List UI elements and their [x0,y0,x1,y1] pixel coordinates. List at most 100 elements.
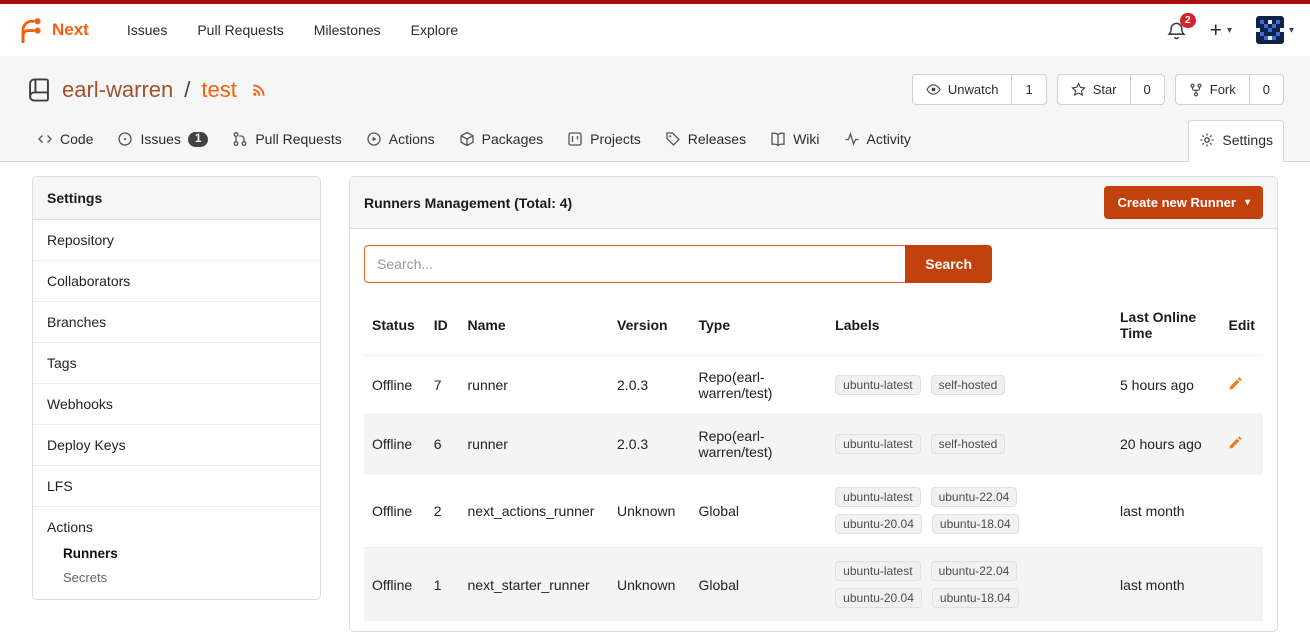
tab-label: Releases [688,131,746,147]
last-online-cell: last month [1112,548,1221,622]
navbar-item-milestones[interactable]: Milestones [312,16,383,44]
labels-cell: ubuntu-latest self-hosted [827,415,1112,474]
navbar-item-pull-requests[interactable]: Pull Requests [195,16,285,44]
sidebar-item-secrets[interactable]: Secrets [63,570,306,585]
search-button[interactable]: Search [905,245,992,283]
repo-header: earl-warren / test [0,56,1310,115]
tab-label: Packages [482,131,543,147]
runner-label-chip: ubuntu-latest [835,561,920,581]
navbar-item-issues[interactable]: Issues [125,16,169,44]
tab-issues[interactable]: Issues 1 [106,119,219,161]
rss-feed-button[interactable] [251,81,268,98]
watchers-count[interactable]: 1 [1011,75,1045,104]
col-header-last-online-time: Last Online Time [1112,299,1221,356]
edit-runner-button[interactable] [1228,376,1243,391]
edit-cell [1220,474,1263,548]
tab-activity[interactable]: Activity [833,119,922,161]
runner-label-chip: ubuntu-22.04 [931,487,1018,507]
edit-cell [1220,356,1263,415]
fork-button[interactable]: Fork [1176,75,1249,104]
runner-label-chip: ubuntu-18.04 [932,514,1019,534]
col-header-labels: Labels [827,299,1112,356]
tab-packages[interactable]: Packages [448,119,554,161]
brand[interactable]: Next [16,16,89,44]
chevron-down-icon: ▾ [1227,25,1232,36]
runner-label-chip: self-hosted [931,375,1006,395]
sidebar-group-actions: Actions Runners Secrets [33,507,320,599]
tab-releases[interactable]: Releases [654,119,757,161]
id-cell: 1 [426,548,460,622]
col-header-name: Name [460,299,610,356]
tab-wiki[interactable]: Wiki [759,119,830,161]
id-cell: 6 [426,415,460,474]
rss-icon [251,81,268,98]
last-online-cell: 5 hours ago [1112,356,1221,415]
sidebar-item-deploy-keys[interactable]: Deploy Keys [33,425,320,466]
repo-name-link[interactable]: test [201,77,236,103]
avatar [1256,16,1284,44]
tab-code[interactable]: Code [26,119,104,161]
issues-count-badge: 1 [188,132,208,147]
type-cell: Repo(earl-warren/test) [691,415,828,474]
name-cell: next_starter_runner [460,548,610,622]
repository-icon [26,77,52,103]
pull-request-icon [232,131,248,147]
version-cell: Unknown [609,548,690,622]
version-cell: 2.0.3 [609,415,690,474]
search-bar: Search [364,245,992,283]
col-header-status: Status [364,299,426,356]
runner-label-chip: ubuntu-20.04 [835,514,922,534]
edit-runner-button[interactable] [1228,435,1243,450]
repo-actions: Unwatch 1 Star 0 [912,74,1284,105]
sidebar-item-runners[interactable]: Runners [63,546,306,561]
runner-label-chip: self-hosted [931,434,1006,454]
sidebar-title: Settings [33,177,320,220]
sidebar-item-lfs[interactable]: LFS [33,466,320,507]
gear-icon [1199,132,1215,148]
table-row: Offline 6 runner 2.0.3 Repo(earl-warren/… [364,415,1263,474]
tab-actions[interactable]: Actions [355,119,446,161]
book-icon [770,131,786,147]
tab-pull-requests[interactable]: Pull Requests [221,119,352,161]
forgejo-logo-icon [16,16,44,44]
eye-icon [926,82,941,97]
version-cell: 2.0.3 [609,356,690,415]
runner-label-chip: ubuntu-20.04 [835,588,922,608]
repo-owner-link[interactable]: earl-warren [62,77,173,103]
labels-cell: ubuntu-latest ubuntu-22.04 ubuntu-20.04 … [827,474,1112,548]
labels-cell: ubuntu-latest ubuntu-22.04 ubuntu-20.04 … [827,548,1112,622]
star-button[interactable]: Star [1058,75,1130,104]
user-menu-button[interactable]: ▾ [1256,16,1294,44]
sidebar-item-actions[interactable]: Actions [47,519,306,535]
search-input[interactable] [364,245,905,283]
create-new-runner-button[interactable]: Create new Runner ▾ [1104,186,1263,219]
runner-label-chip: ubuntu-latest [835,375,920,395]
package-icon [459,131,475,147]
project-board-icon [567,131,583,147]
notifications-button[interactable]: 2 [1167,21,1186,40]
sidebar-item-branches[interactable]: Branches [33,302,320,343]
stars-count[interactable]: 0 [1130,75,1164,104]
sidebar-item-repository[interactable]: Repository [33,220,320,261]
tab-projects[interactable]: Projects [556,119,652,161]
issue-icon [117,131,133,147]
edit-cell [1220,548,1263,622]
sidebar-item-webhooks[interactable]: Webhooks [33,384,320,425]
create-menu-button[interactable]: + ▾ [1210,20,1232,41]
top-navbar: Next Issues Pull Requests Milestones Exp… [0,4,1310,56]
unwatch-button[interactable]: Unwatch [913,75,1012,104]
runners-management-card: Runners Management (Total: 4) Create new… [349,176,1278,632]
forks-count[interactable]: 0 [1249,75,1283,104]
sidebar-item-tags[interactable]: Tags [33,343,320,384]
type-cell: Repo(earl-warren/test) [691,356,828,415]
tab-settings[interactable]: Settings [1188,120,1284,162]
navbar-right: 2 + ▾ [1167,16,1294,44]
status-cell: Offline [364,548,426,622]
repo-separator: / [184,77,190,103]
tab-label: Projects [590,131,641,147]
last-online-cell: last month [1112,474,1221,548]
sidebar-item-collaborators[interactable]: Collaborators [33,261,320,302]
tab-label: Pull Requests [255,131,341,147]
runner-label-chip: ubuntu-22.04 [931,561,1018,581]
navbar-item-explore[interactable]: Explore [409,16,460,44]
